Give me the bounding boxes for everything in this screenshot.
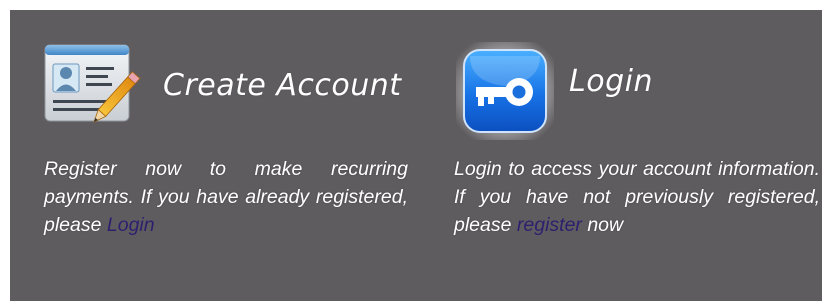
login-link[interactable]: Login (107, 214, 155, 236)
login-description: Login to access your account information… (454, 155, 820, 239)
login-title: Login (569, 64, 653, 99)
create-account-title: Create Account (163, 68, 402, 103)
account-options-panel: Create Account Register now to make recu… (10, 10, 822, 301)
create-account-text: Register now to make recurring payments.… (44, 158, 408, 236)
register-link[interactable]: register (517, 214, 582, 236)
create-account-description: Register now to make recurring payments.… (44, 155, 408, 239)
key-icon (456, 42, 554, 140)
contact-card-pencil-icon (42, 40, 150, 136)
login-text-after: now (581, 214, 624, 236)
login-text: Login to access your account information… (454, 158, 820, 236)
